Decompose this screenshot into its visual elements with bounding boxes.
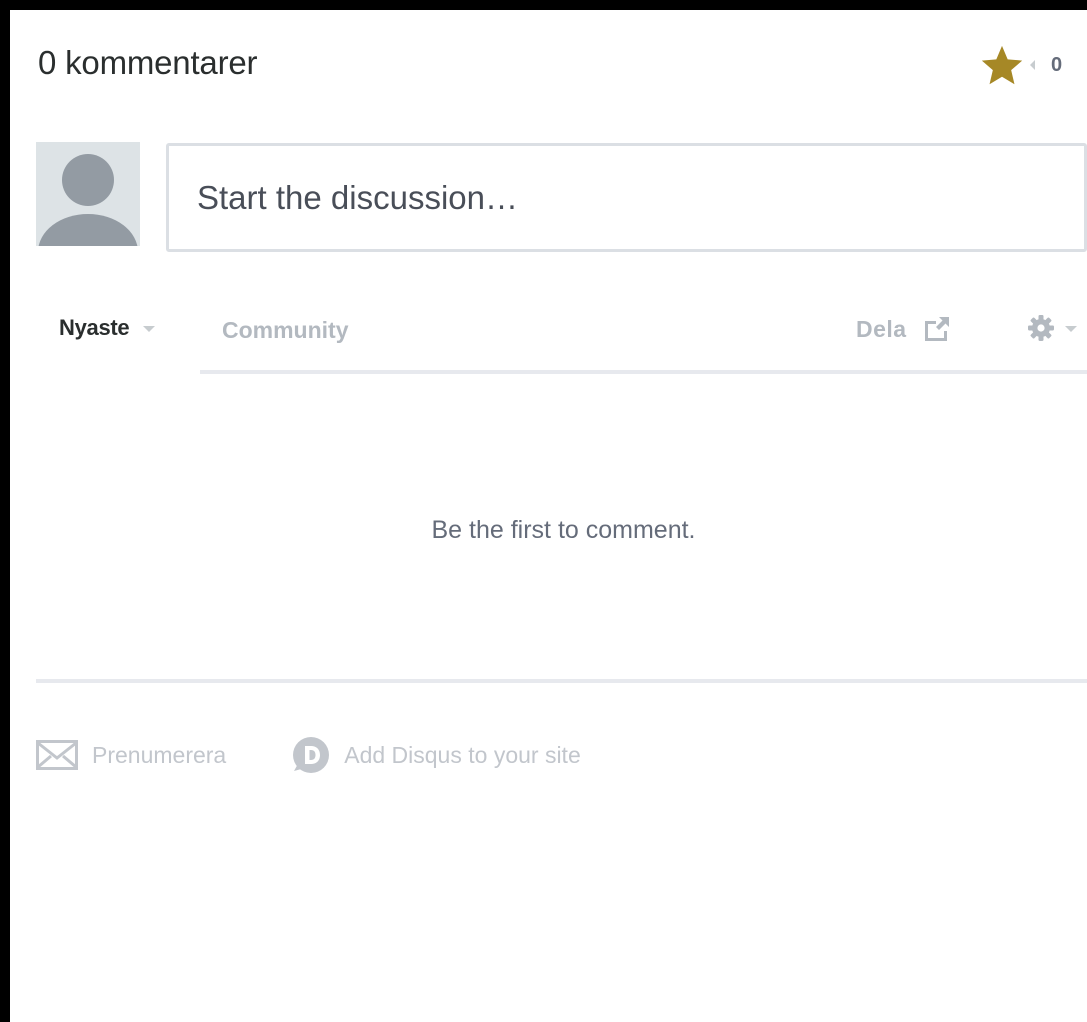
disqus-logo-icon <box>293 737 330 773</box>
discussion-nav: Nyaste Community Dela <box>10 305 1087 355</box>
sort-dropdown[interactable]: Nyaste <box>59 315 156 341</box>
comment-composer[interactable] <box>166 143 1087 252</box>
settings-dropdown[interactable] <box>1027 314 1077 342</box>
chevron-down-icon <box>1065 326 1077 332</box>
tab-community[interactable]: Community <box>222 317 349 344</box>
add-disqus-label: Add Disqus to your site <box>344 741 581 768</box>
add-disqus-link[interactable]: Add Disqus to your site <box>290 735 581 775</box>
share-button[interactable]: Dela <box>856 315 951 343</box>
subscribe-link[interactable]: Prenumerera <box>36 740 226 770</box>
comments-widget: 0 kommentarer 0 Nyaste Community Dela <box>0 0 1087 1022</box>
footer: Prenumerera Add Disqus to your site <box>36 735 581 775</box>
share-icon <box>924 317 949 341</box>
comment-input[interactable] <box>197 178 1084 217</box>
subscribe-label: Prenumerera <box>92 741 227 768</box>
nav-divider <box>200 370 1087 374</box>
mail-icon <box>36 740 78 770</box>
gear-icon <box>1028 315 1054 341</box>
recommend-button[interactable]: 0 <box>980 43 1062 87</box>
star-icon[interactable] <box>980 43 1024 87</box>
user-avatar-icon <box>36 142 140 246</box>
chevron-down-icon <box>143 326 156 332</box>
share-label: Dela <box>856 315 907 342</box>
recommend-count: 0 <box>1051 53 1063 76</box>
footer-divider <box>36 679 1087 683</box>
count-arrow-icon <box>1030 60 1035 70</box>
avatar <box>36 142 140 246</box>
empty-state-message: Be the first to comment. <box>431 516 696 544</box>
comment-count-title: 0 kommentarer <box>38 44 258 81</box>
sort-label: Nyaste <box>59 315 130 340</box>
